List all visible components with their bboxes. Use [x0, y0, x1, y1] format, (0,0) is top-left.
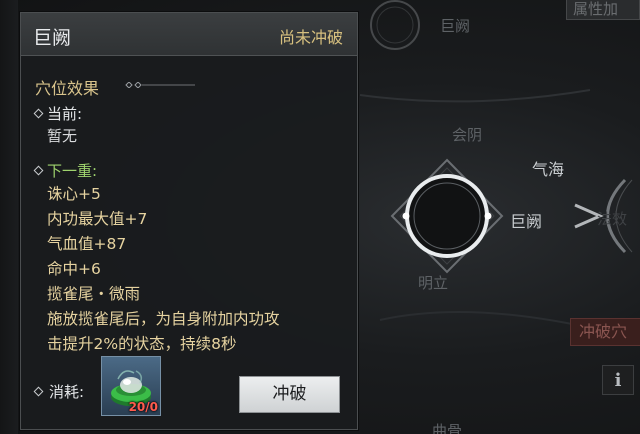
info-button[interactable]: i: [602, 365, 634, 395]
bg-node-label-bottom-right: 曲骨: [432, 422, 463, 434]
attribute-tab[interactable]: 属性加: [566, 0, 640, 20]
effect-line: 气血值+87: [47, 235, 127, 253]
acupoint-ring-icon: [390, 158, 504, 274]
effect-line: 内功最大值+7: [47, 210, 148, 228]
diamond-bullet-icon: [33, 386, 44, 397]
section-title: 穴位效果: [35, 79, 100, 98]
skill-description-line: 击提升2%的状态，持续8秒: [47, 335, 237, 353]
current-label: 当前:: [47, 105, 83, 123]
breakthrough-button[interactable]: 冲破: [239, 376, 340, 413]
panel-title: 巨阙: [33, 27, 72, 49]
current-value: 暂无: [47, 127, 78, 145]
top-node-icon: [370, 0, 420, 50]
game-screen: 巨阙 会阴 气海 巨阙 明立 曲骨 法效 属性加 冲破穴 i 巨阙 尚未冲破 穴…: [0, 0, 640, 434]
cost-count: 20/0: [128, 400, 158, 414]
cost-item-slot[interactable]: 20/0: [101, 356, 161, 416]
bg-node-label-selected: 巨阙: [510, 212, 543, 231]
effect-line: 命中+6: [47, 260, 101, 278]
acupoint-detail-panel: 巨阙 尚未冲破 穴位效果 当前: 暂无 下一重: 诛心+5 内功最大值+7 气血…: [20, 12, 358, 430]
breakthrough-tab[interactable]: 冲破穴: [570, 318, 640, 346]
diamond-bullet-icon: [33, 165, 44, 176]
decorative-line-icon: [125, 82, 195, 88]
bg-side-text: 法效: [597, 210, 628, 228]
next-level-label: 下一重:: [47, 162, 98, 180]
skill-name: 揽雀尾・微雨: [47, 285, 141, 303]
breakthrough-status: 尚未冲破: [278, 28, 343, 47]
bg-node-label-huiyin: 会阴: [452, 126, 483, 144]
effect-line: 诛心+5: [47, 185, 101, 203]
bg-node-label-bottom: 明立: [418, 274, 449, 292]
diamond-bullet-icon: [33, 108, 44, 119]
cost-label: 消耗:: [49, 383, 85, 401]
panel-header: 巨阙 尚未冲破: [21, 13, 357, 56]
bg-node-label-top: 巨阙: [440, 17, 471, 35]
skill-description-line: 施放揽雀尾后，为自身附加内功攻: [47, 310, 280, 328]
bg-node-label-qihai: 气海: [532, 160, 565, 179]
